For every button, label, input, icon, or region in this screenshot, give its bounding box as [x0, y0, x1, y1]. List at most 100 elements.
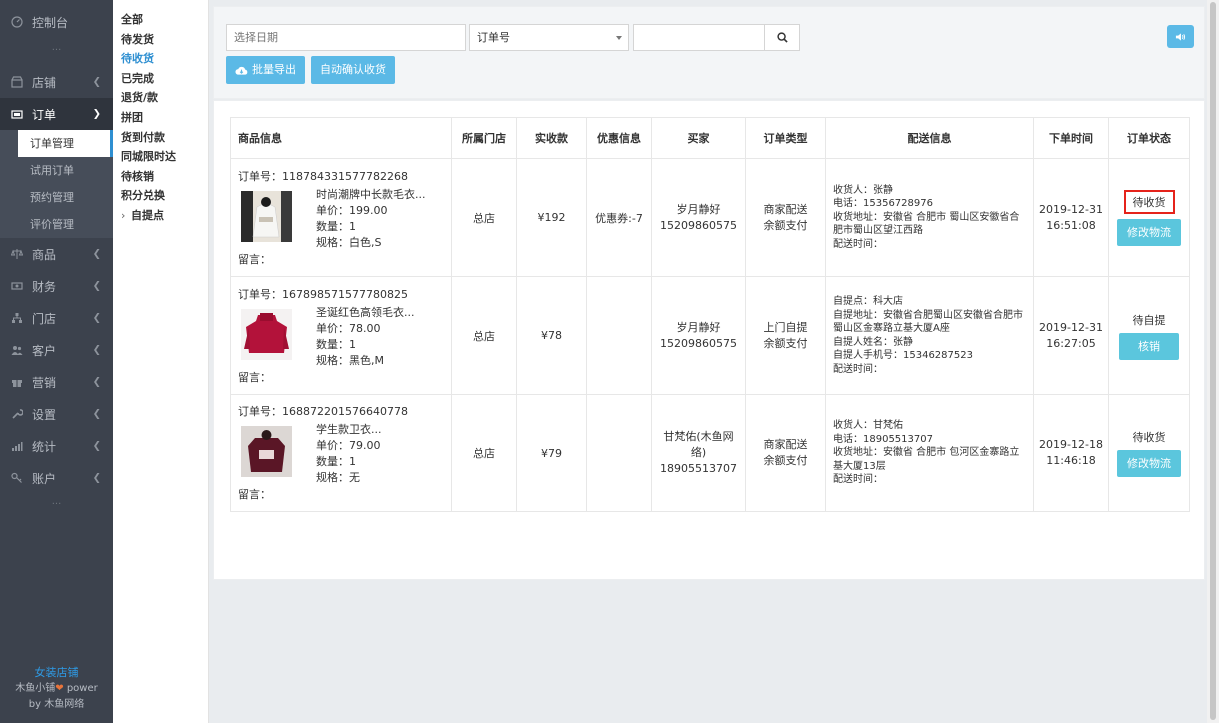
order-memo: 留言：: [238, 370, 271, 384]
search-type-select[interactable]: 订单号: [469, 24, 629, 51]
nav-finance[interactable]: 财务 ❮: [0, 270, 113, 302]
filter-pickup[interactable]: › 自提点: [113, 206, 208, 226]
filter-completed[interactable]: 已完成: [113, 69, 208, 89]
product-spec: 规格：无: [316, 471, 360, 484]
nav-goods[interactable]: 商品 ❮: [0, 238, 113, 270]
subnav-order-manage[interactable]: 订单管理: [18, 130, 113, 157]
verify-button[interactable]: 核销: [1119, 332, 1179, 360]
buyer-phone: 15209860575: [660, 336, 737, 350]
subnav-review[interactable]: 评价管理: [0, 211, 113, 238]
product-name[interactable]: 学生款卫衣...: [316, 422, 382, 438]
order-table: 商品信息 所属门店 实收款 优惠信息 买家 订单类型 配送信息 下单时间 订单状…: [230, 117, 1190, 512]
ship-line: 自提人手机号：15346287523: [833, 350, 973, 361]
edit-logistics-button[interactable]: 修改物流: [1117, 450, 1181, 477]
nav-dashboard[interactable]: 控制台: [0, 0, 113, 44]
scrollbar-thumb[interactable]: [1210, 2, 1216, 720]
status-badge: 待收货: [1123, 189, 1175, 214]
ship-line: 自提人姓名：张静: [833, 336, 913, 348]
store-cell: 总店: [451, 276, 517, 395]
buyer-name: 岁月静好: [676, 320, 721, 334]
order-table-panel: 商品信息 所属门店 实收款 优惠信息 买家 订单类型 配送信息 下单时间 订单状…: [213, 100, 1205, 580]
nav-order-label: 订单: [32, 107, 57, 122]
nav-branch[interactable]: 门店 ❮: [0, 302, 113, 334]
ship-line: 收货人：甘梵佑: [833, 420, 903, 432]
nav-store[interactable]: 店铺 ❮: [0, 66, 113, 98]
chevron-left-icon: ❮: [92, 76, 101, 88]
chevron-right-icon: ›: [121, 208, 126, 222]
nav-goods-label: 商品: [32, 247, 57, 262]
col-header: 实收款: [516, 117, 587, 159]
batch-export-label: 批量导出: [252, 63, 296, 76]
nav-account[interactable]: 账户 ❮: [0, 462, 113, 494]
chevron-left-icon: ❮: [92, 440, 101, 452]
filter-to-verify[interactable]: 待核销: [113, 167, 208, 187]
order-type-cell: 商家配送 余额支付: [745, 394, 826, 512]
product-name[interactable]: 时尚潮牌中长款毛衣...: [316, 187, 426, 203]
product-image[interactable]: [241, 190, 292, 242]
product-image[interactable]: [241, 308, 292, 360]
wrench-icon: [10, 407, 24, 421]
edit-logistics-button[interactable]: 修改物流: [1117, 218, 1181, 246]
page-scrollbar[interactable]: [1207, 0, 1219, 723]
subnav-booking[interactable]: 预约管理: [0, 184, 113, 211]
filter-cod[interactable]: 货到付款: [113, 128, 208, 148]
nav-customer[interactable]: 客户 ❮: [0, 334, 113, 366]
date-input[interactable]: [226, 24, 466, 51]
auto-confirm-button[interactable]: 自动确认收货: [311, 56, 395, 84]
store-cell: 总店: [451, 394, 517, 512]
nav-marketing[interactable]: 营销 ❮: [0, 366, 113, 398]
shipping-cell: 自提点：科大店 自提地址：安徽省合肥蜀山区安徽省合肥市蜀山区金寨路立基大厦A座 …: [825, 276, 1034, 395]
search-button[interactable]: [764, 24, 800, 51]
branch-icon: [10, 311, 24, 325]
product-cell: 订单号：118784331577782268 时尚潮牌中长款毛衣... 单价：1…: [230, 158, 452, 277]
subnav-trial-order[interactable]: 试用订单: [0, 157, 113, 184]
product-image[interactable]: [241, 426, 292, 477]
nav-settings[interactable]: 设置 ❮: [0, 398, 113, 430]
order-memo: 留言：: [238, 252, 271, 266]
col-header: 订单类型: [745, 117, 826, 159]
filter-to-receive[interactable]: 待收货: [113, 49, 208, 69]
store-icon: [10, 75, 24, 89]
status-cell: 待收货 修改物流: [1108, 394, 1190, 512]
chevron-left-icon: ❮: [92, 280, 101, 292]
order-date: 2019-12-31: [1039, 202, 1103, 216]
chevron-left-icon: ❮: [92, 472, 101, 484]
filter-refund[interactable]: 退货/款: [113, 88, 208, 108]
col-header: 配送信息: [825, 117, 1034, 159]
filter-all[interactable]: 全部: [113, 10, 208, 30]
nav-store-label: 店铺: [32, 75, 57, 90]
buyer-cell: 岁月静好 15209860575: [651, 276, 746, 395]
batch-export-button[interactable]: 批量导出: [226, 56, 305, 84]
ship-line: 配送时间：: [833, 238, 883, 250]
product-qty: 数量：1: [316, 455, 356, 468]
product-spec: 规格：白色,S: [316, 235, 382, 249]
power-text: power: [63, 683, 98, 694]
filter-to-ship[interactable]: 待发货: [113, 30, 208, 50]
status-cell: 待自提 核销: [1108, 276, 1190, 395]
search-icon: [776, 32, 788, 43]
shop-name[interactable]: 女装店铺: [0, 665, 113, 681]
order-time-cell: 2019-12-31 16:27:05: [1033, 276, 1109, 395]
sound-button[interactable]: [1167, 25, 1194, 48]
filter-group-buy[interactable]: 拼团: [113, 108, 208, 128]
product-name[interactable]: 圣诞红色高领毛衣...: [316, 305, 415, 321]
order-time: 11:46:18: [1046, 454, 1096, 467]
dashboard-icon: [10, 15, 24, 29]
chevron-down-icon: ❯: [92, 108, 101, 120]
nav-order[interactable]: 订单 ❯: [0, 98, 113, 130]
toolbar: 订单号 批量导出 自动确认收货: [213, 6, 1205, 99]
status-text: 待收货: [1132, 431, 1166, 444]
filter-points[interactable]: 积分兑换: [113, 186, 208, 206]
power-brand: 木鱼小铺: [15, 683, 56, 694]
nav-stats[interactable]: 统计 ❮: [0, 430, 113, 462]
chevron-left-icon: ❮: [92, 376, 101, 388]
ship-line: 配送时间：: [833, 363, 883, 375]
product-price: 单价：79.00: [316, 439, 381, 452]
main-content: 订单号 批量导出 自动确认收货 商品信息 所属门店 实收款: [213, 6, 1205, 580]
chevron-left-icon: ❮: [92, 248, 101, 260]
paid-cell: ¥78: [516, 276, 587, 395]
ship-line: 收货地址：安徽省 合肥市 包河区金寨路立基大厦13层: [833, 447, 1020, 472]
filter-same-city[interactable]: 同城限时达: [113, 147, 208, 167]
store-cell: 总店: [451, 158, 517, 277]
search-input[interactable]: [633, 24, 765, 51]
